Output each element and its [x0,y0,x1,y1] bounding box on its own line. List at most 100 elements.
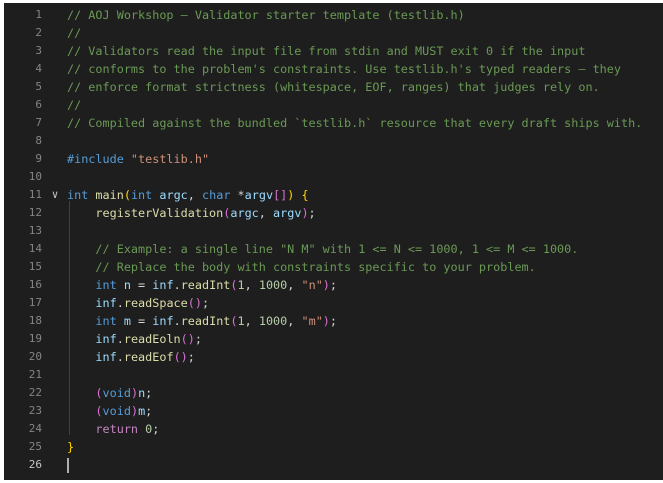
code-line[interactable]: 14 // Example: a single line "N M" with … [4,240,663,258]
line-number: 13 [28,224,42,237]
code-token: ; [194,332,202,346]
code-token: { [301,188,309,202]
code-text: // [67,96,81,114]
code-line[interactable]: 8 [4,132,663,150]
code-line[interactable]: 3 // Validators read the input file from … [4,42,663,60]
code-token: // enforce format strictness (whitespace… [67,80,600,94]
code-line[interactable]: 21 [4,366,663,384]
code-token: int [130,188,160,202]
code-line[interactable]: 24 return 0; [4,420,663,438]
code-token: . [173,278,181,292]
chevron-down-icon[interactable]: ∨ [48,186,62,204]
code-line[interactable]: 13 [4,222,663,240]
code-line[interactable]: 15 // Replace the body with constraints … [4,258,663,276]
line-number: 20 [28,350,42,363]
code-token: inf [152,314,174,328]
code-line[interactable]: 22 (void)n; [4,384,663,402]
code-line[interactable]: 20 inf.readEof(); [4,348,663,366]
code-token: = [130,278,153,292]
line-number: 3 [35,44,42,57]
code-token: ) [130,386,139,400]
code-token: // Compiled against the bundled `testlib… [67,116,643,130]
code-token: [] [273,188,288,202]
code-text: (void)m; [67,402,152,420]
code-line[interactable]: 26 [4,456,663,474]
code-text: inf.readSpace(); [67,294,209,312]
text-cursor [67,458,69,473]
line-number: 15 [28,260,42,273]
code-token: int [95,314,124,328]
code-token: ) [322,314,330,328]
code-token: void [102,404,131,418]
line-number: 21 [28,368,42,381]
code-token: n [123,278,131,292]
code-token: "m" [301,314,323,328]
code-text: (void)n; [67,384,152,402]
code-line[interactable]: 6 // [4,96,663,114]
code-token: inf [95,350,117,364]
code-token: ; [308,206,316,220]
code-line[interactable]: 25} [4,438,663,456]
code-editor[interactable]: 1 // AOJ Workshop — Validator starter tem… [4,3,663,480]
line-number: 11 [28,188,42,201]
code-token: } [67,440,75,454]
code-line[interactable]: 16 int n = inf.readInt(1, 1000, "n"); [4,276,663,294]
code-text: // [67,24,81,42]
code-token: readEoln [123,332,181,346]
line-number: 14 [28,242,42,255]
line-number: 2 [35,26,42,39]
code-token: inf [95,296,117,310]
code-token: ( [123,188,131,202]
code-token: main [95,188,124,202]
code-line[interactable]: 19 inf.readEoln(); [4,330,663,348]
code-token: int [95,278,124,292]
code-line[interactable]: 5 // enforce format strictness (whitespac… [4,78,663,96]
code-line[interactable]: 2 // [4,24,663,42]
code-line[interactable]: 7 // Compiled against the bundled `testli… [4,114,663,132]
code-line[interactable]: 1 // AOJ Workshop — Validator starter tem… [4,6,663,24]
code-line[interactable]: 12 registerValidation(argc, argv); [4,204,663,222]
code-text: #include "testlib.h" [67,150,209,168]
code-token: // [67,26,82,40]
line-number: 25 [28,440,42,453]
line-number: 9 [35,152,42,165]
code-text: inf.readEof(); [67,348,194,366]
code-line[interactable]: 9 #include "testlib.h" [4,150,663,168]
code-text: registerValidation(argc, argv); [67,204,316,222]
code-token: = [130,314,153,328]
line-number: 5 [35,80,42,93]
code-text: } [67,438,74,456]
code-text: // Validators read the input file from s… [67,42,585,60]
line-number: 12 [28,206,42,219]
code-token: readSpace [123,296,188,310]
code-text: inf.readEoln(); [67,330,202,348]
code-token: ( [230,278,238,292]
code-token: ( [95,386,103,400]
code-token: , [244,314,259,328]
code-token: argc [230,206,259,220]
code-token: ; [145,386,153,400]
code-line[interactable]: 4 // conforms to the problem's constraint… [4,60,663,78]
code-text: int n = inf.readInt(1, 1000, "n"); [67,276,337,294]
code-line[interactable]: 18 int m = inf.readInt(1, 1000, "m"); [4,312,663,330]
code-line[interactable]: 23 (void)m; [4,402,663,420]
code-line[interactable]: 10 [4,168,663,186]
code-token: inf [152,278,174,292]
line-number: 18 [28,314,42,327]
code-token: // Validators read the input file from s… [67,44,586,58]
code-line[interactable]: 17 inf.readSpace(); [4,294,663,312]
code-token: ) [322,278,330,292]
code-token: "testlib.h" [130,152,210,166]
line-number: 23 [28,404,42,417]
code-token: int [67,188,96,202]
code-line[interactable]: 11 ∨ int main(int argc, char *argv[]) { [4,186,663,204]
code-token: readInt [180,278,231,292]
code-token: // [67,98,82,112]
line-number: 1 [35,8,42,21]
code-token: registerValidation [95,206,224,220]
line-number: 10 [28,170,42,183]
